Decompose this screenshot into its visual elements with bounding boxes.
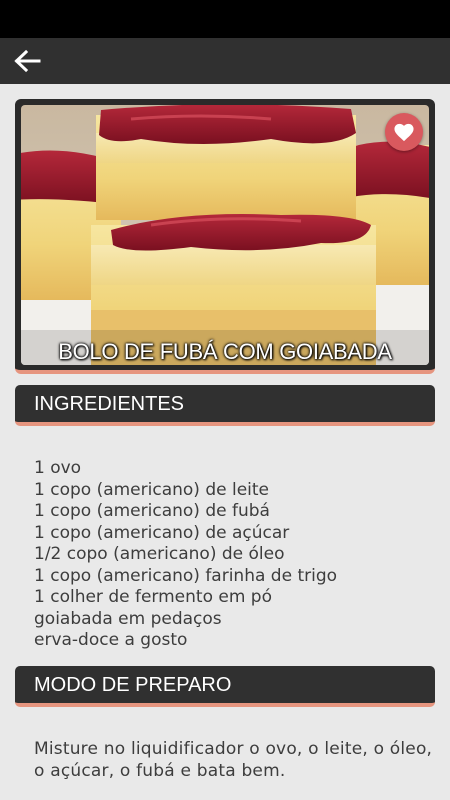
ingredient-item: 1/2 copo (americano) de óleo	[34, 544, 285, 564]
recipe-image	[21, 105, 429, 365]
recipe-card: BOLO DE FUBÁ COM GOIABADA	[15, 99, 435, 374]
app-toolbar	[0, 38, 450, 84]
ingredient-item: erva-doce a gosto	[34, 630, 188, 650]
ingredient-item: 1 colher de fermento em pó	[34, 587, 272, 607]
status-bar	[0, 0, 450, 38]
ingredients-header: INGREDIENTES	[15, 385, 435, 426]
prep-text: Misture no liquidificador o ovo, o leite…	[34, 739, 433, 781]
ingredient-item: 1 copo (americano) de leite	[34, 479, 270, 500]
ingredient-item: goiabada em pedaços	[34, 608, 222, 629]
ingredients-list: 1 ovo 1 copo (americano) de leite 1 copo…	[34, 458, 337, 652]
heart-icon	[394, 123, 414, 142]
arrow-left-icon	[14, 49, 41, 73]
ingredient-item: 1 copo (americano) de açúcar	[34, 522, 290, 543]
ingredient-item: 1 ovo	[34, 458, 82, 478]
recipe-title: BOLO DE FUBÁ COM GOIABADA	[58, 339, 392, 364]
ingredient-item: 1 copo (americano) de fubá	[34, 501, 270, 521]
ingredient-item: 1 copo (americano) farinha de trigo	[34, 565, 338, 586]
back-button[interactable]	[10, 44, 44, 78]
favorite-button[interactable]	[385, 113, 423, 151]
prep-header: MODO DE PREPARO	[15, 666, 435, 707]
